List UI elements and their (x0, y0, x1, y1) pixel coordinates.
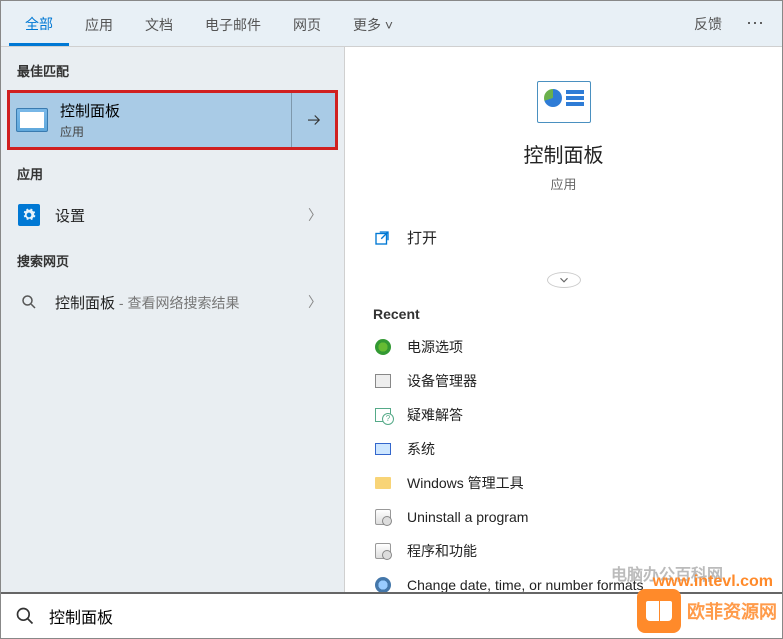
recent-item-system[interactable]: 系统 (363, 432, 764, 466)
tab-apps[interactable]: 应用 (69, 3, 129, 45)
feedback-link[interactable]: 反馈 (680, 2, 736, 46)
search-bar (1, 592, 782, 638)
uninstall-icon (373, 507, 393, 527)
arrow-right-icon (305, 111, 323, 129)
open-icon (373, 229, 391, 247)
tab-more[interactable]: 更多 ˅ (337, 3, 409, 45)
chevron-right-icon: 〉 (308, 205, 328, 225)
preview-pane: 控制面板 应用 打开 Recent 电源选项 设备管理器 疑难解答 系统 Win… (345, 47, 782, 592)
device-icon (373, 371, 393, 391)
chevron-down-icon: ˅ (385, 17, 393, 33)
open-action[interactable]: 打开 (373, 221, 754, 254)
expand-toggle[interactable] (547, 272, 581, 288)
recent-item-device-manager[interactable]: 设备管理器 (363, 364, 764, 398)
recent-item-power[interactable]: 电源选项 (363, 330, 764, 364)
recent-item-admin-tools[interactable]: Windows 管理工具 (363, 466, 764, 500)
best-match-title: 控制面板 (60, 100, 291, 121)
search-icon (15, 606, 35, 626)
recent-item-uninstall[interactable]: Uninstall a program (363, 500, 764, 534)
watermark-url: www.intevl.com (653, 573, 773, 591)
tab-web[interactable]: 网页 (277, 3, 337, 45)
search-input[interactable] (49, 607, 768, 625)
best-match-header: 最佳匹配 (1, 47, 344, 90)
tab-documents[interactable]: 文档 (129, 3, 189, 45)
chevron-right-icon: 〉 (308, 292, 328, 312)
control-panel-icon (16, 108, 48, 132)
results-pane: 最佳匹配 控制面板 应用 应用 设置 〉 搜索网页 控制面板 - (1, 47, 345, 592)
preview-title: 控制面板 (524, 139, 604, 168)
web-search-suffix: - 查看网络搜索结果 (115, 295, 239, 311)
best-match-subtitle: 应用 (60, 123, 291, 140)
recent-item-troubleshoot[interactable]: 疑难解答 (363, 398, 764, 432)
web-header: 搜索网页 (1, 237, 344, 280)
globe-clock-icon (373, 575, 393, 592)
best-match-expand[interactable] (291, 93, 335, 147)
chevron-down-icon (557, 273, 571, 287)
folder-icon (373, 473, 393, 493)
power-icon (373, 337, 393, 357)
tab-all[interactable]: 全部 (9, 2, 69, 46)
more-options-icon[interactable]: ⋯ (736, 1, 774, 46)
web-search-item[interactable]: 控制面板 - 查看网络搜索结果 〉 (1, 280, 344, 324)
troubleshoot-icon (373, 405, 393, 425)
web-search-term: 控制面板 (55, 295, 115, 312)
apps-header: 应用 (1, 150, 344, 193)
gear-icon (18, 204, 40, 226)
search-tabs: 全部 应用 文档 电子邮件 网页 更多 ˅ 反馈 ⋯ (1, 1, 782, 47)
settings-item[interactable]: 设置 〉 (1, 193, 344, 237)
control-panel-large-icon (537, 81, 591, 123)
search-icon (17, 290, 41, 314)
system-icon (373, 439, 393, 459)
best-match-item[interactable]: 控制面板 应用 (7, 90, 338, 150)
tab-email[interactable]: 电子邮件 (189, 3, 277, 45)
preview-subtitle: 应用 (550, 174, 576, 193)
settings-label: 设置 (55, 205, 308, 226)
programs-icon (373, 541, 393, 561)
recent-header: Recent (345, 296, 782, 330)
